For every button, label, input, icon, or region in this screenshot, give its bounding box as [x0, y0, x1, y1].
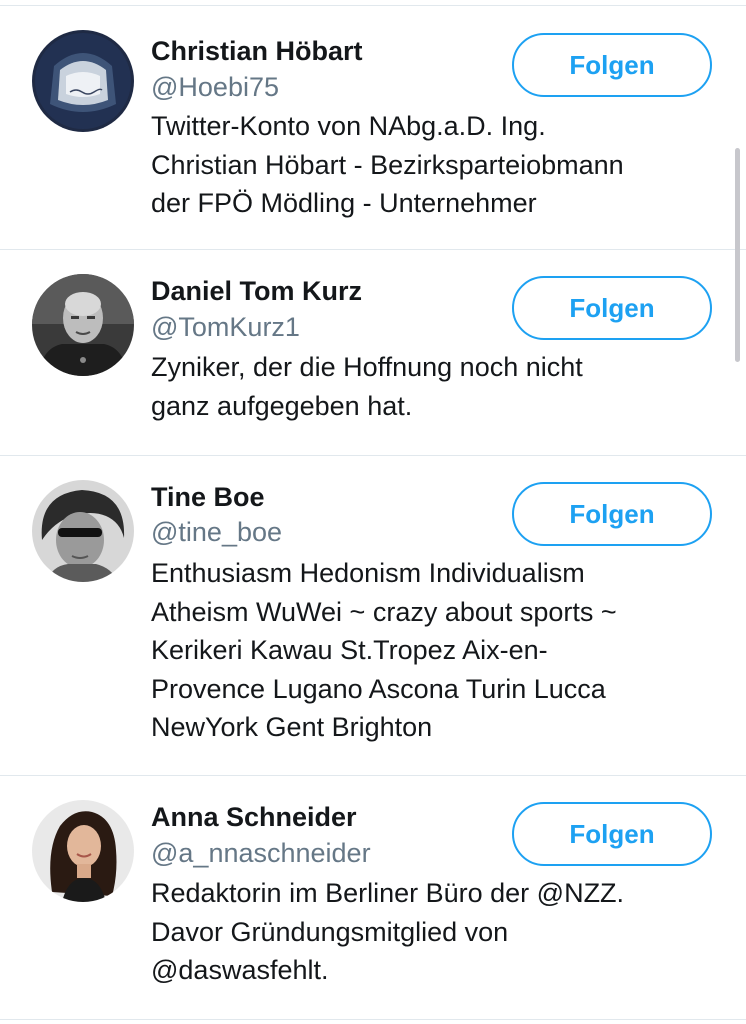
avatar-image [32, 480, 134, 582]
bio-line: Redaktorin im Berliner Büro der @NZZ. [151, 878, 625, 908]
user-handle[interactable]: @TomKurz1 [151, 310, 300, 344]
avatar-image [32, 800, 134, 902]
avatar-image [32, 274, 134, 376]
bio-line: ganz aufgegeben hat. [151, 390, 413, 421]
bio-line: Zyniker, der die Hoffnung noch nicht [151, 352, 583, 382]
user-name[interactable]: Christian Höbart [151, 34, 363, 68]
follow-button[interactable]: Folgen [512, 802, 712, 866]
avatar[interactable] [32, 800, 134, 902]
follow-button[interactable]: Folgen [512, 33, 712, 97]
bio-line: der FPÖ Mödling - Unternehmer [151, 188, 537, 218]
bio-line: Provence Lugano Ascona Turin Lucca [151, 673, 606, 704]
avatar[interactable] [32, 480, 134, 582]
user-card[interactable]: Tine Boe @tine_boe Enthusiasm Hedonism I… [0, 456, 746, 776]
user-card[interactable]: Christian Höbart @Hoebi75 Twitter-Konto … [0, 6, 746, 250]
user-name[interactable]: Daniel Tom Kurz [151, 274, 362, 308]
bio-line: Davor Gründungsmitglied von [151, 916, 509, 947]
follow-button[interactable]: Folgen [512, 482, 712, 546]
user-card[interactable]: Daniel Tom Kurz @TomKurz1 Zyniker, der d… [0, 250, 746, 456]
avatar[interactable] [32, 30, 134, 132]
bio-line: NewYork Gent Brighton [151, 712, 433, 742]
bio-line: Kerikeri Kawau St.Tropez Aix-en- [151, 635, 548, 665]
user-bio: Zyniker, der die Hoffnung noch nicht gan… [151, 348, 711, 425]
user-handle[interactable]: @a_nnaschneider [151, 836, 371, 870]
avatar[interactable] [32, 274, 134, 376]
user-handle[interactable]: @tine_boe [151, 515, 282, 549]
bio-line: Twitter-Konto von NAbg.a.D. Ing. [151, 111, 546, 141]
bio-line: @daswasfehlt. [151, 955, 329, 985]
follow-button[interactable]: Folgen [512, 276, 712, 340]
bio-line: Christian Höbart - Bezirksparteiobmann [151, 149, 624, 180]
user-card[interactable]: Anna Schneider @a_nnaschneider Redaktori… [0, 776, 746, 1020]
bio-line: Enthusiasm Hedonism Individualism [151, 558, 585, 588]
avatar-image [32, 30, 134, 132]
user-handle[interactable]: @Hoebi75 [151, 70, 279, 104]
user-bio: Redaktorin im Berliner Büro der @NZZ. Da… [151, 874, 711, 990]
user-name[interactable]: Anna Schneider [151, 800, 357, 834]
user-bio: Twitter-Konto von NAbg.a.D. Ing. Christi… [151, 107, 711, 223]
user-bio: Enthusiasm Hedonism Individualism Atheis… [151, 554, 711, 747]
scrollbar[interactable] [735, 148, 740, 362]
user-name[interactable]: Tine Boe [151, 480, 265, 514]
bio-line: Atheism WuWei ~ crazy about sports ~ [151, 596, 617, 627]
